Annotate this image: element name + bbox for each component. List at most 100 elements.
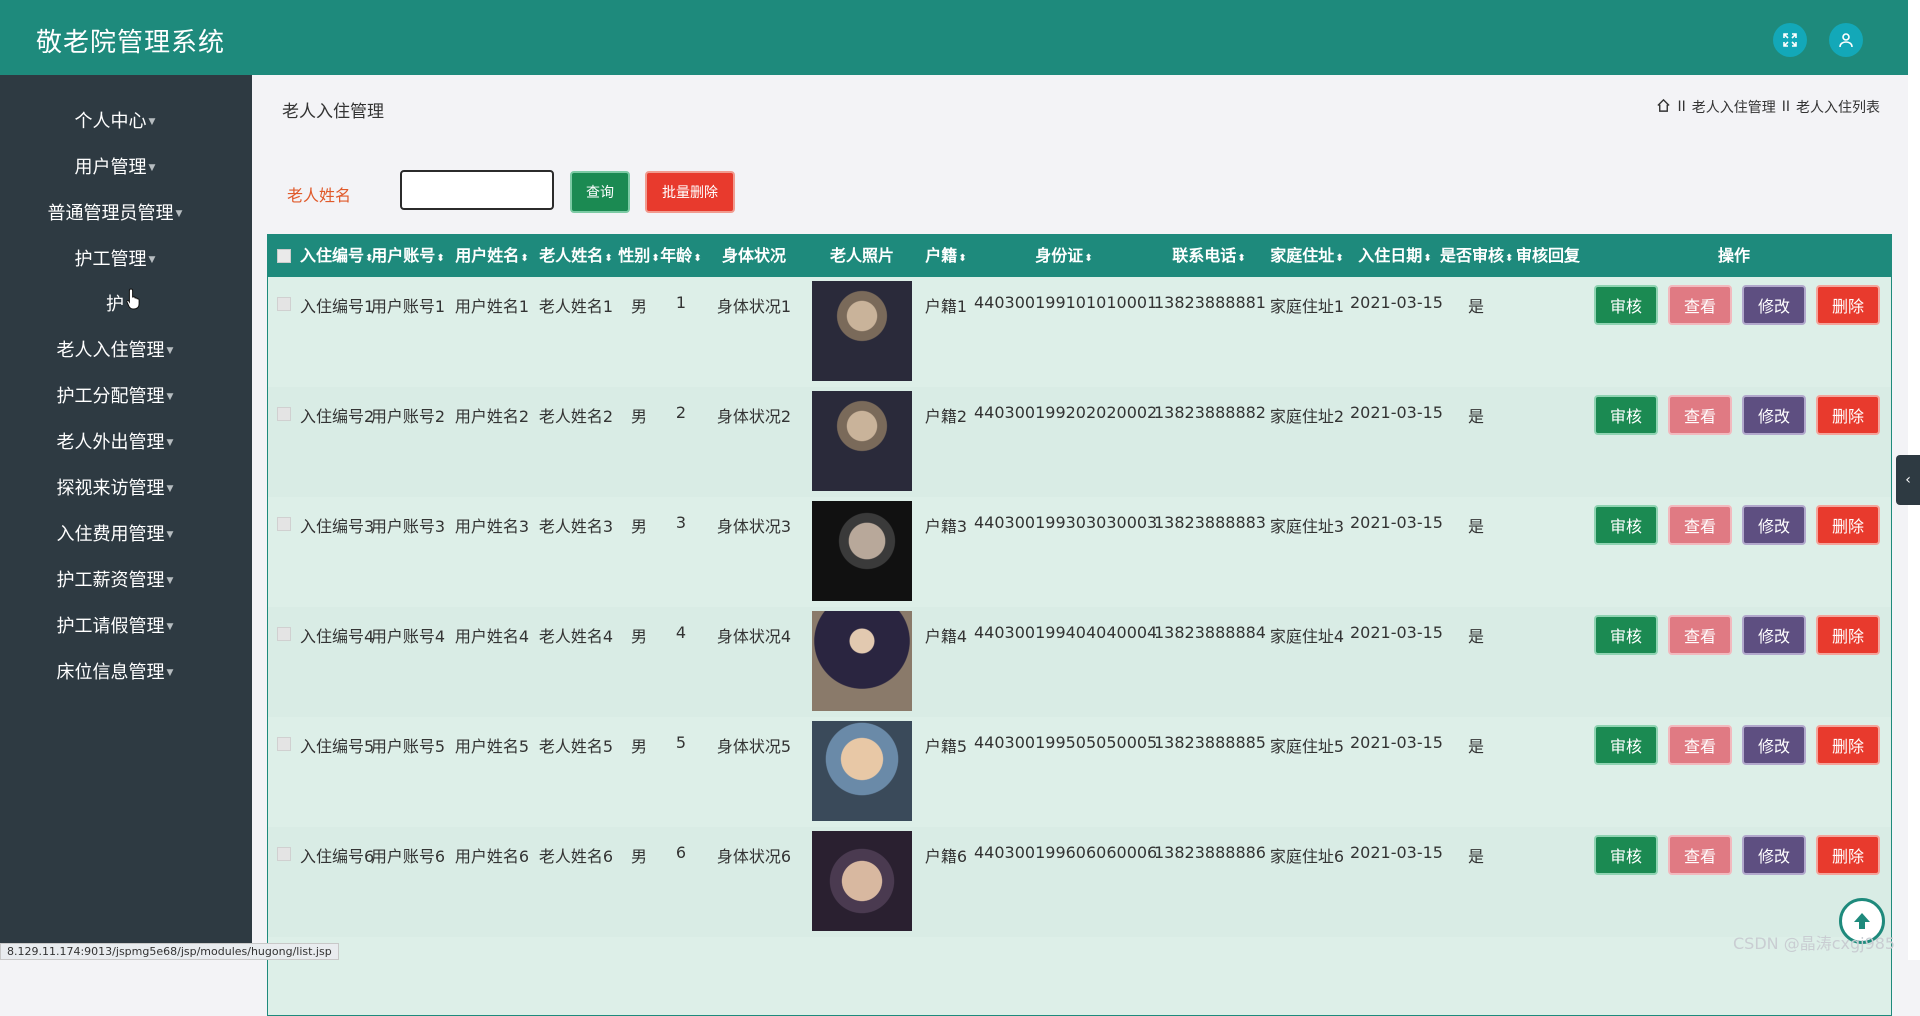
view-button[interactable]: 查看 — [1668, 285, 1732, 325]
cell-phone: 13823888881 — [1154, 293, 1266, 312]
column-header-address[interactable]: 家庭住址⬍ — [1264, 235, 1350, 277]
elder-name-label: 老人姓名 — [287, 186, 352, 205]
caret-down-icon: ▼ — [166, 484, 174, 494]
column-header-date[interactable]: 入住日期⬍ — [1350, 235, 1440, 277]
sidebar-item-personal-center[interactable]: 个人中心 ▼ — [0, 107, 230, 133]
cell-elder-name: 老人姓名5 — [538, 737, 614, 756]
view-button[interactable]: 查看 — [1668, 395, 1732, 435]
edit-button[interactable]: 修改 — [1742, 505, 1806, 545]
table-row: 入住编号2 用户账号2 用户姓名2 老人姓名2 男 2 身体状况2 户籍2 4403001992… — [268, 387, 1891, 497]
sidebar-item-elder-checkin[interactable]: 老人入住管理 ▼ — [0, 336, 230, 362]
query-button[interactable]: 查询 — [570, 171, 630, 213]
cell-username: 用户姓名4 — [454, 627, 530, 646]
sidebar-item-bed-info[interactable]: 床位信息管理 ▼ — [0, 658, 230, 684]
column-header-username[interactable]: 用户姓名⬍ — [450, 235, 534, 277]
column-header-gender[interactable]: 性别⬍ — [618, 235, 660, 277]
edit-button[interactable]: 修改 — [1742, 835, 1806, 875]
delete-button[interactable]: 删除 — [1816, 615, 1880, 655]
sidebar-item-caregiver-salary[interactable]: 护工薪资管理 ▼ — [0, 566, 230, 592]
view-button[interactable]: 查看 — [1668, 505, 1732, 545]
row-checkbox[interactable] — [277, 847, 291, 861]
cell-address: 家庭住址1 — [1269, 297, 1345, 316]
sort-icon: ⬍ — [1335, 253, 1344, 264]
audit-button[interactable]: 审核 — [1594, 395, 1658, 435]
delete-button[interactable]: 删除 — [1816, 395, 1880, 435]
elder-name-input[interactable] — [400, 170, 554, 210]
row-checkbox[interactable] — [277, 517, 291, 531]
sidebar-item-caregiver-leave[interactable]: 护工请假管理 ▼ — [0, 612, 230, 638]
cell-address: 家庭住址2 — [1269, 407, 1345, 426]
column-header-reply: 审核回复 — [1515, 246, 1580, 265]
row-checkbox[interactable] — [277, 627, 291, 641]
caret-down-icon: ▼ — [148, 163, 156, 173]
sidebar-item-user-management[interactable]: 用户管理 ▼ — [0, 153, 230, 179]
edit-button[interactable]: 修改 — [1742, 285, 1806, 325]
delete-button[interactable]: 删除 — [1816, 725, 1880, 765]
column-header-hukou[interactable]: 户籍⬍ — [918, 235, 974, 277]
cell-health: 身体状况4 — [716, 627, 792, 646]
cell-id: 入住编号5 — [300, 737, 375, 756]
sidebar-item-admin-management[interactable]: 普通管理员管理 ▼ — [0, 199, 230, 225]
cell-hukou: 户籍3 — [924, 517, 968, 536]
cell-elder-name: 老人姓名4 — [538, 627, 614, 646]
fullscreen-icon[interactable] — [1773, 23, 1807, 57]
row-checkbox[interactable] — [277, 297, 291, 311]
batch-delete-button[interactable]: 批量删除 — [645, 171, 735, 213]
cell-date: 2021-03-15 — [1350, 623, 1443, 642]
cell-username: 用户姓名1 — [454, 297, 530, 316]
view-button[interactable]: 查看 — [1668, 725, 1732, 765]
column-header-account[interactable]: 用户账号⬍ — [366, 235, 450, 277]
elder-photo — [812, 281, 912, 381]
cell-idcard: 440300199202020002 — [974, 403, 1158, 422]
sidebar-item-label: 床位信息管理 — [56, 662, 165, 683]
elder-photo — [812, 831, 912, 931]
sidebar-item-label: 护工请假管理 — [56, 616, 165, 637]
cell-gender: 男 — [630, 627, 647, 646]
edit-button[interactable]: 修改 — [1742, 615, 1806, 655]
cell-date: 2021-03-15 — [1350, 293, 1443, 312]
sidebar-item-checkin-fees[interactable]: 入住费用管理 ▼ — [0, 520, 230, 546]
sidebar-item-caregiver-partial[interactable]: 护 — [0, 290, 230, 316]
delete-button[interactable]: 删除 — [1816, 835, 1880, 875]
sidebar-item-label: 老人外出管理 — [56, 432, 165, 453]
sort-icon: ⬍ — [958, 253, 967, 264]
breadcrumb-separator: II — [1781, 99, 1790, 115]
sidebar-item-caregiver-management[interactable]: 护工管理 ▼ — [0, 245, 230, 271]
delete-button[interactable]: 删除 — [1816, 285, 1880, 325]
edit-button[interactable]: 修改 — [1742, 395, 1806, 435]
breadcrumb-item-checkin-list: 老人入住列表 — [1796, 100, 1880, 116]
column-header-audited[interactable]: 是否审核⬍ — [1440, 235, 1513, 277]
home-icon[interactable] — [1656, 98, 1671, 117]
select-all-checkbox[interactable] — [277, 249, 291, 263]
cell-username: 用户姓名2 — [454, 407, 530, 426]
delete-button[interactable]: 删除 — [1816, 505, 1880, 545]
view-button[interactable]: 查看 — [1668, 835, 1732, 875]
sort-icon: ⬍ — [436, 253, 445, 264]
cell-date: 2021-03-15 — [1350, 843, 1443, 862]
audit-button[interactable]: 审核 — [1594, 285, 1658, 325]
caret-down-icon: ▼ — [166, 668, 174, 678]
user-icon[interactable] — [1829, 23, 1863, 57]
audit-button[interactable]: 审核 — [1594, 725, 1658, 765]
column-header-elder-name[interactable]: 老人姓名⬍ — [534, 235, 618, 277]
sidebar-item-elder-outing[interactable]: 老人外出管理 ▼ — [0, 428, 230, 454]
column-header-phone[interactable]: 联系电话⬍ — [1154, 235, 1264, 277]
view-button[interactable]: 查看 — [1668, 615, 1732, 655]
audit-button[interactable]: 审核 — [1594, 615, 1658, 655]
sidebar-item-caregiver-assignment[interactable]: 护工分配管理 ▼ — [0, 382, 230, 408]
cell-account: 用户账号3 — [370, 517, 446, 536]
column-header-idcard[interactable]: 身份证⬍ — [974, 235, 1154, 277]
row-checkbox[interactable] — [277, 737, 291, 751]
breadcrumb-item-checkin-management[interactable]: 老人入住管理 — [1692, 97, 1776, 117]
cell-elder-name: 老人姓名2 — [538, 407, 614, 426]
row-checkbox[interactable] — [277, 407, 291, 421]
sidebar-item-visit-management[interactable]: 探视来访管理 ▼ — [0, 474, 230, 500]
cell-hukou: 户籍4 — [924, 627, 968, 646]
column-header-age[interactable]: 年龄⬍ — [660, 235, 702, 277]
audit-button[interactable]: 审核 — [1594, 505, 1658, 545]
caret-down-icon: ▼ — [166, 438, 174, 448]
column-header-id[interactable]: 入住编号⬍ — [300, 235, 373, 277]
collapse-panel-tab[interactable]: ‹ — [1896, 455, 1920, 505]
edit-button[interactable]: 修改 — [1742, 725, 1806, 765]
audit-button[interactable]: 审核 — [1594, 835, 1658, 875]
